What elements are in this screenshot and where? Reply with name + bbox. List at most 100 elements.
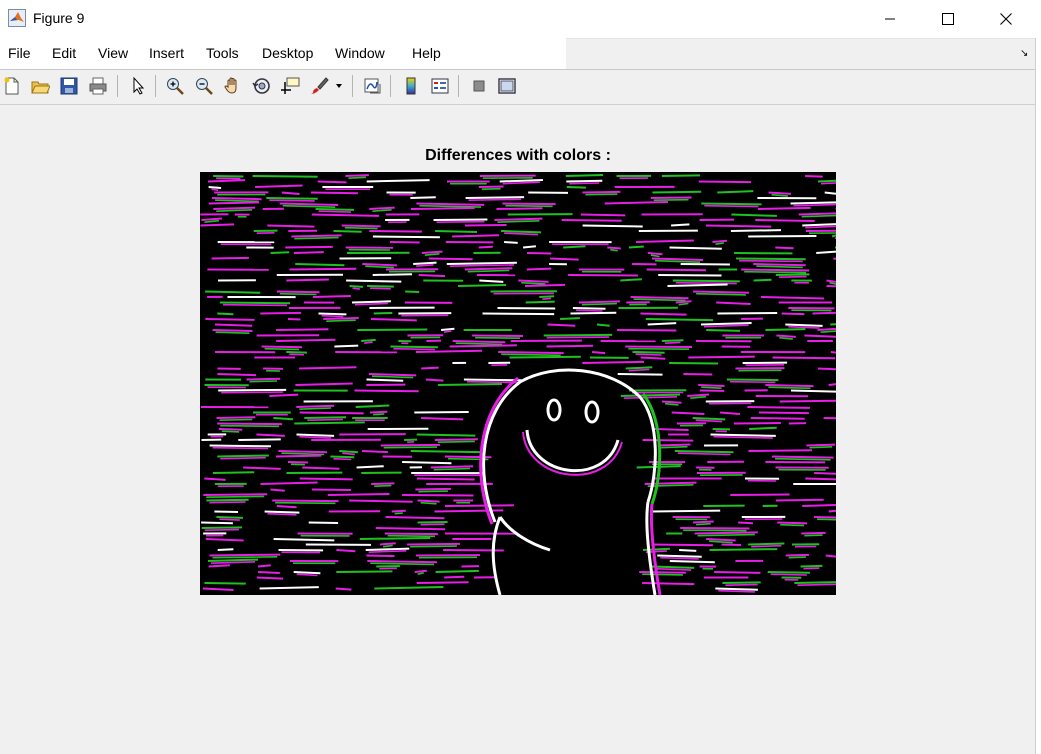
zoom-out-button[interactable]	[192, 74, 216, 98]
menu-view[interactable]: View	[98, 45, 128, 61]
edge-stroke	[765, 328, 806, 331]
rotate-3d-button[interactable]	[250, 74, 274, 98]
edge-stroke	[416, 433, 476, 437]
edge-stroke	[286, 351, 307, 354]
pan-button[interactable]	[221, 74, 245, 98]
edge-stroke	[252, 175, 318, 178]
edge-stroke	[390, 345, 438, 349]
edge-stroke	[721, 543, 742, 546]
save-figure-button[interactable]	[57, 74, 81, 98]
colorbar-icon	[406, 77, 416, 95]
edge-stroke	[639, 571, 686, 574]
edge-stroke	[418, 490, 448, 493]
edge-stroke	[370, 287, 391, 290]
edge-stroke	[444, 504, 514, 507]
menu-tools[interactable]: Tools	[206, 45, 239, 61]
link-plot-button[interactable]	[360, 74, 384, 98]
insert-colorbar-button[interactable]	[399, 74, 423, 98]
menu-file[interactable]: File	[8, 45, 31, 61]
edge-stroke	[276, 505, 297, 509]
edge-stroke	[204, 528, 239, 531]
zoom-in-button[interactable]	[163, 74, 187, 98]
edge-stroke	[344, 226, 378, 230]
edge-stroke	[800, 564, 823, 568]
edge-stroke	[359, 537, 431, 540]
maximize-icon	[942, 13, 954, 25]
edge-stroke	[318, 312, 347, 316]
edge-stroke	[806, 443, 836, 447]
new-figure-button[interactable]	[0, 74, 24, 98]
edge-stroke	[267, 224, 315, 228]
edge-stroke	[391, 509, 406, 513]
edge-stroke	[569, 182, 600, 185]
edge-stroke	[269, 199, 315, 202]
open-file-button[interactable]	[28, 74, 52, 98]
menu-desktop[interactable]: Desktop	[262, 45, 313, 61]
edge-stroke	[285, 245, 333, 249]
edge-stroke	[524, 283, 566, 287]
edge-stroke	[696, 522, 711, 526]
edge-stroke	[669, 246, 722, 250]
edge-stroke	[362, 450, 388, 454]
data-cursor-button[interactable]	[279, 74, 303, 98]
menu-help[interactable]: Help	[412, 45, 441, 61]
dock-figure-icon[interactable]: ↘	[1020, 48, 1028, 59]
edge-stroke	[494, 217, 543, 221]
edge-stroke	[790, 389, 837, 393]
edit-plot-button[interactable]	[126, 74, 150, 98]
edge-stroke	[415, 487, 451, 491]
edge-stroke	[279, 292, 317, 296]
minimize-button[interactable]	[861, 0, 919, 38]
edge-stroke	[221, 430, 240, 433]
print-figure-button[interactable]	[86, 74, 110, 98]
brush-button[interactable]	[307, 74, 331, 98]
edge-stroke	[722, 581, 761, 584]
edge-stroke	[654, 428, 689, 431]
edge-stroke	[830, 351, 837, 354]
edge-stroke	[323, 317, 359, 320]
edge-stroke	[647, 252, 663, 256]
edge-stroke	[212, 329, 253, 332]
edge-stroke	[620, 278, 642, 282]
edge-stroke	[308, 521, 339, 524]
insert-legend-button[interactable]	[428, 74, 452, 98]
menu-window[interactable]: Window	[335, 45, 385, 61]
edge-stroke	[565, 174, 604, 177]
edge-stroke	[336, 549, 356, 553]
edge-stroke	[709, 548, 778, 551]
edge-stroke	[817, 518, 837, 521]
edge-stroke	[671, 223, 690, 227]
show-plot-tools-button[interactable]	[495, 74, 519, 98]
edge-stroke	[770, 573, 807, 576]
edge-stroke	[465, 196, 525, 199]
maximize-button[interactable]	[919, 0, 977, 38]
edge-stroke	[435, 230, 478, 233]
edge-stroke	[407, 542, 460, 546]
edge-stroke	[206, 495, 265, 498]
edge-stroke	[334, 344, 359, 348]
close-button[interactable]	[977, 0, 1035, 38]
edge-stroke	[640, 312, 687, 316]
edge-stroke	[625, 366, 653, 370]
edge-stroke	[208, 564, 230, 568]
edge-stroke	[364, 341, 373, 344]
toolbar-separator	[117, 75, 118, 97]
edge-stroke	[383, 446, 438, 449]
brush-icon	[311, 77, 329, 94]
edge-stroke	[246, 377, 281, 381]
brush-dropdown[interactable]	[332, 74, 346, 98]
edge-stroke	[661, 174, 701, 177]
edge-stroke	[357, 328, 428, 331]
menu-edit[interactable]: Edit	[52, 45, 76, 61]
menu-insert[interactable]: Insert	[149, 45, 184, 61]
edge-stroke	[211, 188, 219, 191]
image-axes[interactable]	[200, 172, 838, 596]
hide-plot-tools-button[interactable]	[467, 74, 491, 98]
edge-stroke	[276, 338, 336, 342]
edge-stroke	[361, 338, 376, 342]
legend-icon	[431, 78, 449, 94]
edge-stroke	[213, 175, 244, 178]
edge-stroke	[698, 384, 725, 387]
window-title: Figure 9	[33, 10, 85, 26]
edge-stroke	[339, 450, 358, 454]
